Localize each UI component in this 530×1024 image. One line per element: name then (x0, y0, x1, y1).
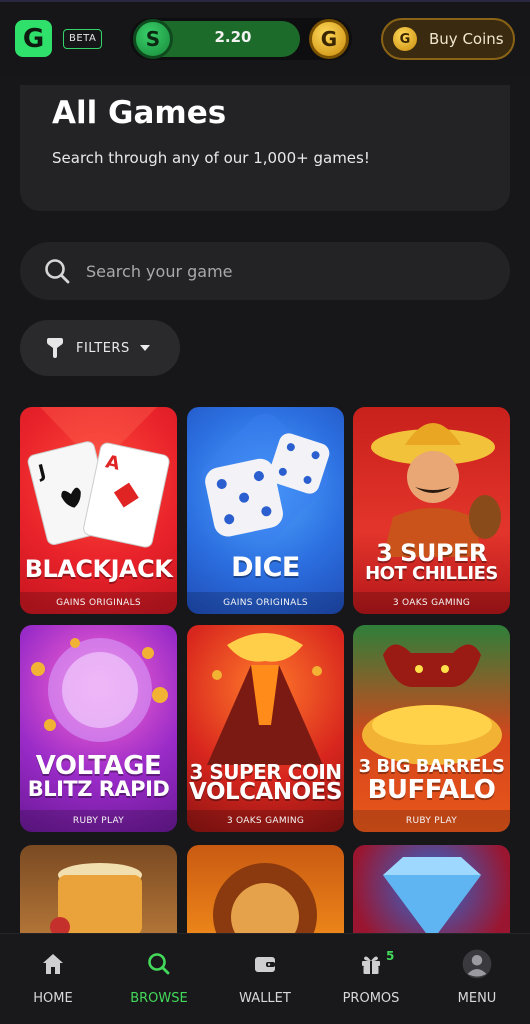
nav-label-browse: BROWSE (130, 991, 188, 1006)
game-provider: RUBY PLAY (405, 816, 458, 826)
game-tile-dice[interactable]: DICE GAINS ORIGINALS (187, 407, 344, 614)
game-title-line-1: 3 SUPER (376, 539, 487, 567)
nav-browse[interactable]: BROWSE (106, 934, 212, 1024)
filters-button[interactable]: FILTERS (20, 320, 180, 376)
game-provider: 3 OAKS GAMING (226, 816, 305, 826)
search-bar[interactable] (20, 242, 510, 300)
page-subtitle: Search through any of our 1,000+ games! (52, 149, 370, 167)
nav-menu[interactable]: MENU (424, 934, 530, 1024)
beta-badge: BETA (63, 29, 103, 49)
game-title: BLACKJACK (24, 555, 173, 583)
game-title: DICE (231, 552, 300, 583)
lion-art (213, 863, 317, 945)
search-icon (148, 953, 170, 975)
gold-coin-toggle-icon[interactable]: G (309, 19, 349, 59)
game-tile-lion[interactable] (187, 845, 344, 945)
game-provider: RUBY PLAY (72, 816, 125, 826)
diamond-art (383, 857, 481, 941)
page-title: All Games (52, 95, 227, 131)
nav-label-menu: MENU (457, 991, 497, 1006)
nav-label-wallet: WALLET (239, 991, 291, 1006)
game-title-line-2: VOLCANOES (189, 779, 342, 805)
game-tile-honey-jar[interactable] (20, 845, 177, 945)
game-tile-blackjack[interactable]: J A BLACKJACK GAINS ORIGINALS (20, 407, 177, 614)
gains-logo[interactable]: G (15, 20, 52, 57)
game-tile-diamond[interactable] (353, 845, 510, 945)
nav-promos[interactable]: 5 PROMOS (318, 934, 424, 1024)
nav-label-promos: PROMOS (342, 991, 400, 1006)
chevron-down-icon (139, 345, 150, 351)
honey-jar-art (50, 863, 142, 937)
buy-coins-button[interactable]: G Buy Coins (381, 18, 515, 60)
all-games-header: All Games Search through any of our 1,00… (20, 85, 510, 211)
game-provider: GAINS ORIGINALS (223, 598, 308, 608)
search-input[interactable] (86, 254, 486, 288)
avatar-icon (462, 949, 492, 979)
game-tile-3-big-barrels-buffalo[interactable]: 3 BIG BARRELS BUFFALO RUBY PLAY (353, 625, 510, 832)
nav-wallet[interactable]: WALLET (212, 934, 318, 1024)
game-tile-3-super-coin-volcanoes[interactable]: 3 SUPER COIN VOLCANOES 3 OAKS GAMING (187, 625, 344, 832)
game-title-line-1: VOLTAGE (35, 751, 162, 781)
wallet-icon (255, 957, 275, 972)
sweeps-coin-icon: S (133, 19, 173, 59)
game-title-line-2: BLITZ RAPID (27, 777, 170, 801)
nav-home[interactable]: HOME (0, 934, 106, 1024)
game-provider: GAINS ORIGINALS (56, 598, 141, 608)
game-title-line-2: BUFFALO (367, 775, 496, 805)
balance-value: 2.20 (214, 28, 252, 46)
search-icon (45, 259, 70, 284)
home-icon (43, 954, 63, 974)
top-bar: G BETA S 2.20 G G Buy Coins (0, 0, 530, 78)
game-tile-3-super-hot-chillies[interactable]: 3 SUPER HOT CHILLIES 3 OAKS GAMING (353, 407, 510, 614)
game-title-line-1: 3 BIG BARRELS (358, 756, 505, 777)
filter-icon (47, 338, 63, 358)
promos-count-badge: 5 (386, 949, 395, 963)
gift-icon (362, 956, 380, 974)
filters-label: FILTERS (76, 340, 130, 356)
bottom-navigation: HOME BROWSE WALLET 5 PROMOS MENU (0, 933, 530, 1024)
game-provider: 3 OAKS GAMING (392, 598, 471, 608)
game-tile-voltage-blitz-rapid[interactable]: VOLTAGE BLITZ RAPID RUBY PLAY (20, 625, 177, 832)
nav-label-home: HOME (33, 991, 73, 1006)
gold-coin-icon: G (393, 27, 417, 51)
buy-coins-label: Buy Coins (429, 30, 504, 48)
game-title-line-2: HOT CHILLIES (365, 563, 498, 584)
